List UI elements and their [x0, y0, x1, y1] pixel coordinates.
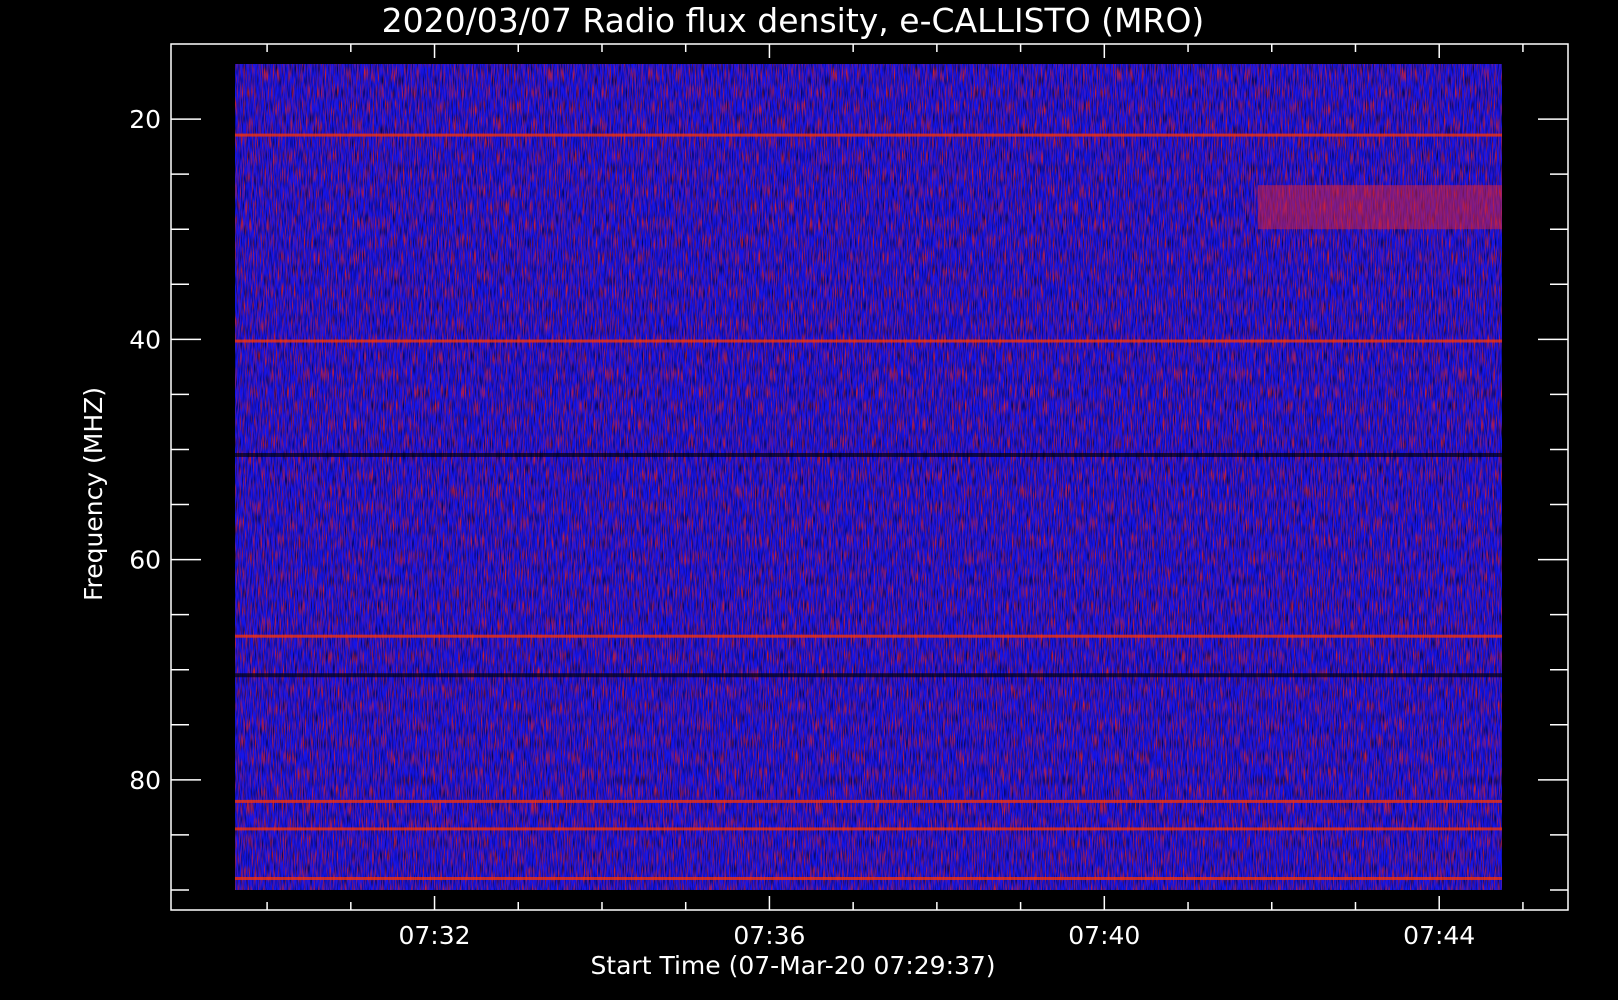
spectrogram-chart: 2020/03/07 Radio flux density, e-CALLIST…: [79, 1, 1569, 980]
x-tick-label-2: 07:40: [1068, 921, 1140, 950]
x-tick-label-3: 07:44: [1403, 921, 1475, 950]
bright-band-5: [235, 876, 1502, 880]
chart-title: 2020/03/07 Radio flux density, e-CALLIST…: [382, 1, 1205, 40]
bright-band-3: [235, 799, 1502, 803]
y-tick-label-3: 80: [129, 766, 161, 795]
bright-band-2: [235, 634, 1502, 638]
bright-band-1: [235, 339, 1502, 343]
x-axis-label: Start Time (07-Mar-20 07:29:37): [590, 951, 995, 980]
y-tick-label-0: 20: [129, 105, 161, 134]
bright-band-4: [235, 827, 1502, 831]
spectrogram-image: [235, 64, 1502, 890]
dark-band-1: [235, 673, 1502, 678]
y-axis-label: Frequency (MHZ): [79, 387, 108, 601]
y-tick-label-2: 60: [129, 546, 161, 575]
x-tick-label-1: 07:36: [733, 921, 805, 950]
y-tick-label-1: 40: [129, 325, 161, 354]
dark-band-0: [235, 452, 1502, 457]
interference-patch: [1257, 185, 1502, 230]
x-tick-label-0: 07:32: [399, 921, 471, 950]
bright-band-0: [235, 133, 1502, 137]
